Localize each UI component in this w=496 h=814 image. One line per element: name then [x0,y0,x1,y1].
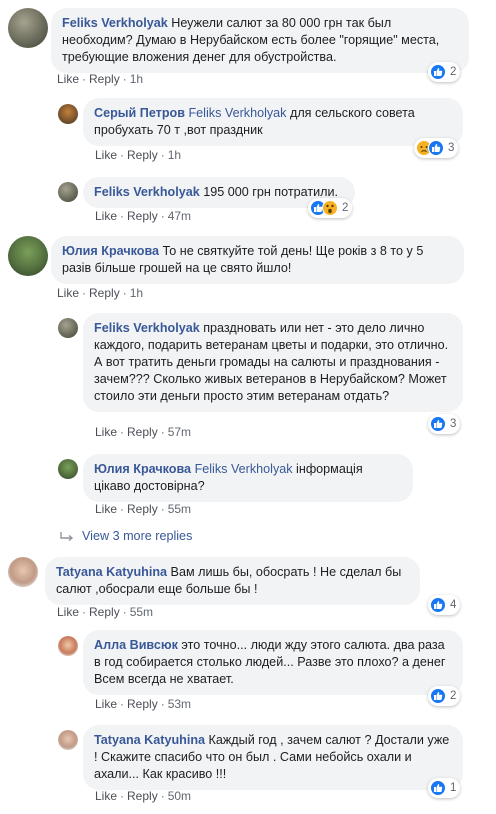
avatar[interactable] [58,104,78,124]
like-link[interactable]: Like [57,605,79,619]
like-reaction-icon [430,416,446,432]
like-reaction-icon [428,140,444,156]
like-reaction-icon [430,64,446,80]
avatar[interactable] [58,459,78,479]
like-link[interactable]: Like [95,502,117,516]
comment-actions: Like · Reply · 57m [95,425,192,439]
comment-author[interactable]: Юлия Крачкова [62,244,159,258]
mention-link[interactable]: Feliks Verkholyak [195,462,293,476]
comment-time[interactable]: 1h [130,72,143,86]
reactions-count: 2 [342,202,349,214]
comment-author[interactable]: Серый Петров [94,106,185,120]
comment-time[interactable]: 55m [168,502,191,516]
like-reaction-icon [430,597,446,613]
like-link[interactable]: Like [57,72,79,86]
like-reaction-icon [430,688,446,704]
reply-link[interactable]: Reply [127,502,158,516]
comment-bubble: Алла Вивсюк это точно... люди жду этого … [83,630,463,695]
comment-actions: Like · Reply · 55m [95,502,192,516]
like-link[interactable]: Like [57,286,79,300]
reactions-count: 3 [448,142,455,154]
reactions-badge[interactable]: 2 [428,686,461,706]
reactions-badge[interactable]: 3 [414,138,459,158]
comment-actions: Like · Reply · 47m [95,209,192,223]
comment-author[interactable]: Feliks Verkholyak [62,16,168,30]
reactions-count: 3 [450,418,457,430]
view-more-replies-link[interactable]: View 3 more replies [60,529,192,543]
comment-time[interactable]: 50m [168,789,191,803]
comment-actions: Like · Reply · 1h [57,286,144,300]
reply-link[interactable]: Reply [127,148,158,162]
reactions-badge[interactable]: 2 [308,198,353,218]
reactions-count: 2 [450,690,457,702]
avatar[interactable] [58,730,78,750]
comment-actions: Like · Reply · 53m [95,697,192,711]
view-more-replies-label: View 3 more replies [82,529,193,543]
reactions-badge[interactable]: 2 [428,62,461,82]
comment-bubble: Юлия Крачкова Feliks Verkholyak інформац… [83,454,413,502]
wow-reaction-icon [322,200,338,216]
like-link[interactable]: Like [95,697,117,711]
comment-bubble: Серый Петров Feliks Verkholyak для сельс… [83,98,463,146]
reply-link[interactable]: Reply [127,789,158,803]
comment-bubble: Feliks Verkholyak праздновать или нет - … [83,313,463,412]
comment-time[interactable]: 57m [168,425,191,439]
comment-time[interactable]: 1h [130,286,143,300]
comment-bubble: Юлия Крачкова То не святкуйте той день! … [51,236,464,284]
comment-actions: Like · Reply · 50m [95,789,192,803]
avatar[interactable] [58,318,78,338]
comment-actions: Like · Reply · 1h [57,72,144,86]
reactions-badge[interactable]: 4 [428,595,461,615]
reply-link[interactable]: Reply [89,605,120,619]
like-link[interactable]: Like [95,789,117,803]
comment-bubble: Feliks Verkholyak Неужели салют за 80 00… [51,8,469,73]
comment-author[interactable]: Feliks Verkholyak [94,185,200,199]
reactions-badge[interactable]: 3 [428,414,461,434]
avatar[interactable] [8,8,48,48]
reply-link[interactable]: Reply [127,209,158,223]
comment-author[interactable]: Tatyana Katyuhina [94,733,205,747]
comment-time[interactable]: 55m [130,605,153,619]
comment-actions: Like · Reply · 55m [57,605,154,619]
reply-link[interactable]: Reply [127,697,158,711]
avatar[interactable] [58,182,78,202]
comment-author[interactable]: Алла Вивсюк [94,638,178,652]
reactions-count: 1 [450,782,457,794]
like-reaction-icon [430,780,446,796]
comment-time[interactable]: 47m [168,209,191,223]
reactions-badge[interactable]: 1 [428,778,461,798]
like-link[interactable]: Like [95,209,117,223]
comment-author[interactable]: Юлия Крачкова [94,462,191,476]
comment-author[interactable]: Tatyana Katyuhina [56,565,167,579]
like-link[interactable]: Like [95,425,117,439]
like-link[interactable]: Like [95,148,117,162]
reactions-count: 4 [450,599,457,611]
reactions-count: 2 [450,66,457,78]
mention-link[interactable]: Feliks Verkholyak [188,106,286,120]
comment-time[interactable]: 53m [168,697,191,711]
comment-bubble: Tatyana Katyuhina Каждый год , зачем сал… [83,725,463,790]
avatar[interactable] [8,557,38,587]
reply-arrow-icon [60,531,74,541]
comment-bubble: Tatyana Katyuhina Вам лишь бы, обосрать … [45,557,420,605]
reply-link[interactable]: Reply [89,72,120,86]
reply-link[interactable]: Reply [127,425,158,439]
comment-author[interactable]: Feliks Verkholyak [94,321,200,335]
comment-text: 195 000 грн потратили. [199,185,339,199]
avatar[interactable] [8,236,48,276]
avatar[interactable] [58,636,78,656]
comment-time[interactable]: 1h [168,148,181,162]
reply-link[interactable]: Reply [89,286,120,300]
comment-actions: Like · Reply · 1h [95,148,182,162]
